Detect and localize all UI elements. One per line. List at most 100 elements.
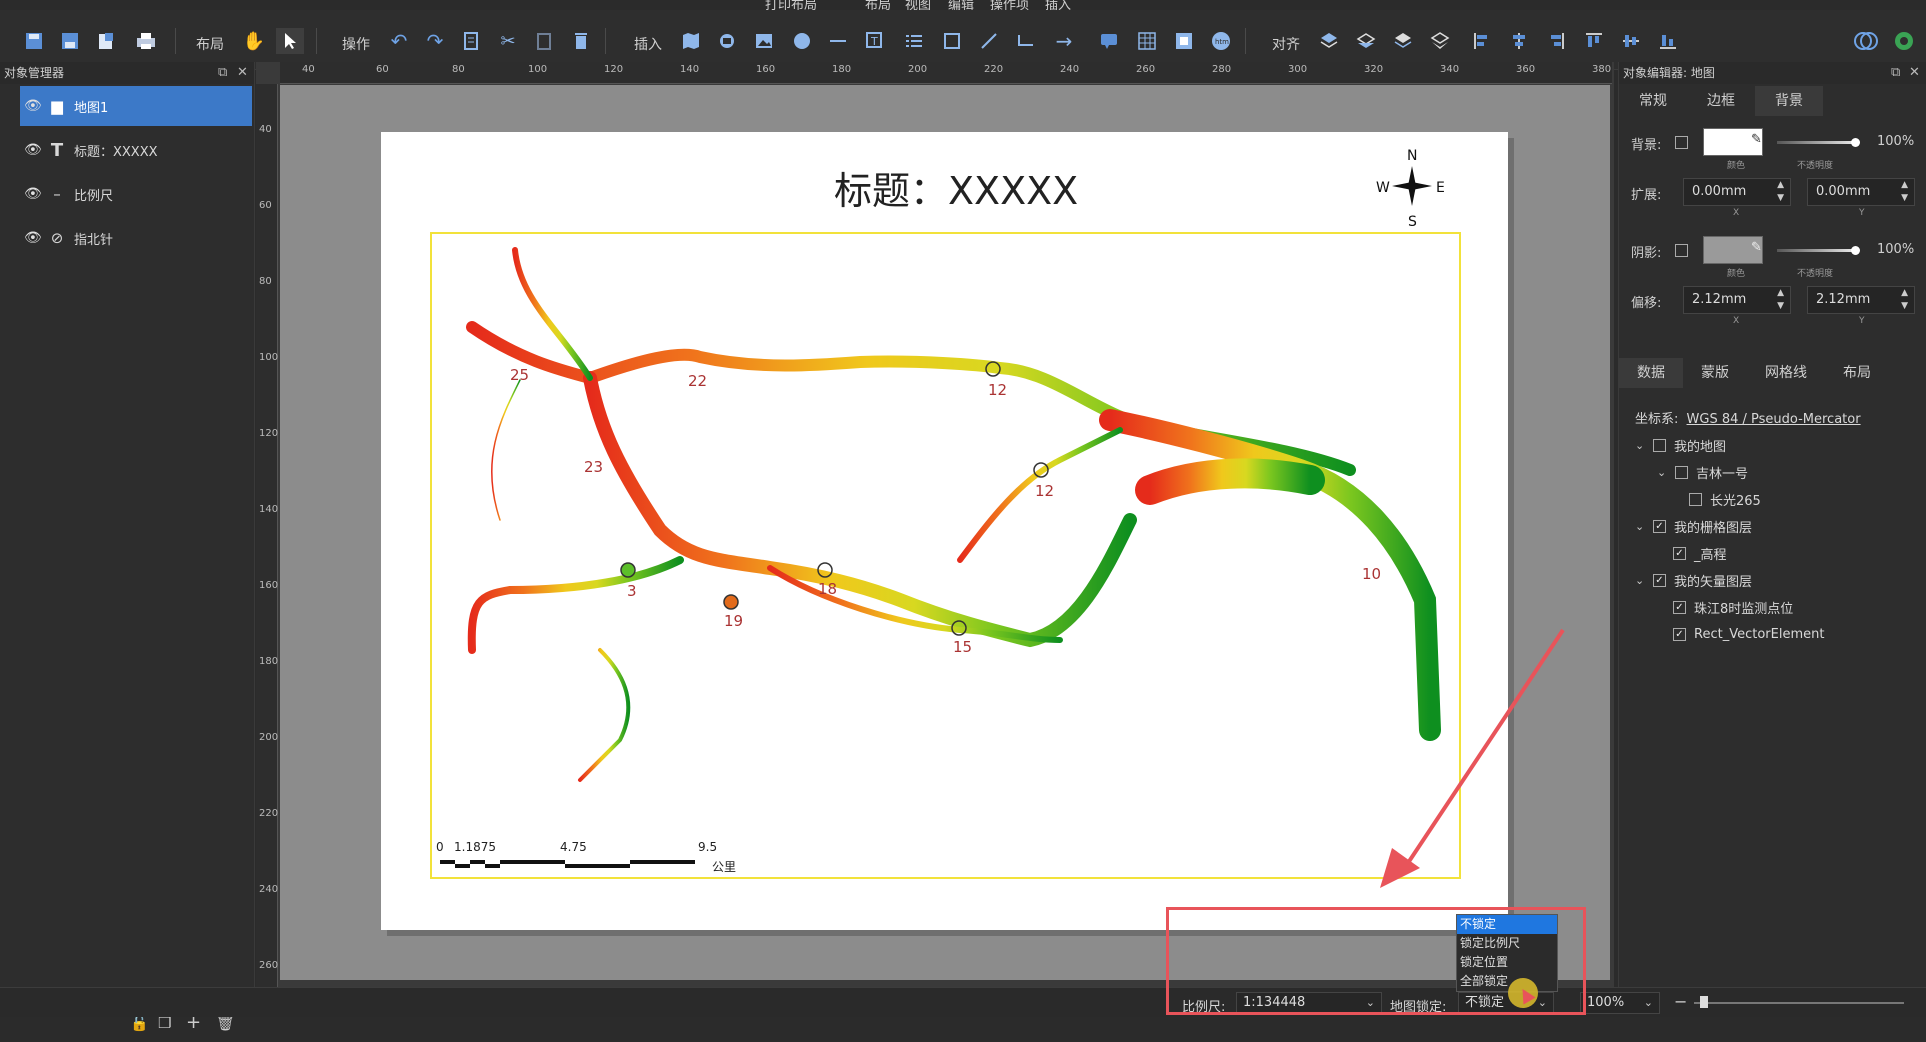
zoom-out-icon[interactable]: − [1674, 992, 1687, 1011]
slider-knob[interactable] [1851, 246, 1860, 255]
shadow-label: 阴影: [1631, 246, 1662, 261]
background-opacity-value: 100% [1877, 134, 1915, 149]
color-sublabel: 颜色 [1727, 161, 1746, 171]
expand-chevron-icon[interactable]: ⌄ [1635, 439, 1653, 452]
editor-tabs: 常规 边框 背景 [1619, 86, 1926, 116]
scale-label: 0 [436, 840, 444, 854]
map-point-label: 12 [1035, 482, 1055, 500]
shadow-opacity-value: 100% [1877, 242, 1915, 257]
annotation-arrow [1380, 628, 1565, 888]
expand-x-input[interactable]: 0.00mm ▲ ▼ [1683, 178, 1791, 206]
map-point-label: 10 [1362, 565, 1382, 583]
zoom-combobox-value: 100% [1587, 995, 1625, 1010]
undock-icon[interactable]: ⧉ [1891, 62, 1900, 84]
tab-background[interactable]: 背景 [1755, 86, 1823, 116]
status-bar: 比例尺: 1:134448 ⌄ 地图锁定: 不锁定 ⌄ 100% ⌄ − [0, 987, 1926, 1017]
map-point-label: 25 [510, 366, 530, 384]
opacity-sublabel: 不透明度 [1797, 269, 1834, 279]
layer-checkbox-checked[interactable]: ✓ [1673, 627, 1686, 641]
expand-row: 扩展: 0.00mm ▲ ▼ 0.00mm ▲ ▼ X Y [1627, 174, 1922, 218]
map-point-label: 3 [627, 582, 637, 600]
tab-layout[interactable]: 布局 [1825, 358, 1889, 388]
close-icon[interactable]: ✕ [1909, 62, 1920, 84]
map-point-label: 12 [988, 381, 1008, 399]
expand-chevron-icon[interactable]: ⌄ [1635, 574, 1653, 587]
color-sublabel: 颜色 [1727, 269, 1746, 279]
tab-border[interactable]: 边框 [1687, 86, 1755, 116]
expand-chevron-icon[interactable]: ⌄ [1657, 466, 1675, 479]
expand-y-value: 0.00mm [1816, 184, 1871, 199]
offset-x-input[interactable]: 2.12mm ▲ ▼ [1683, 286, 1791, 314]
crs-row: 坐标系: WGS 84 / Pseudo-Mercator [1635, 408, 1861, 427]
map-point-label: 23 [584, 458, 604, 476]
layer-label: Rect_VectorElement [1694, 626, 1825, 642]
layer-checkbox-checked[interactable]: ✓ [1673, 546, 1686, 560]
expand-label: 扩展: [1631, 188, 1662, 203]
tab-data[interactable]: 数据 [1619, 358, 1683, 388]
spin-arrows-icon[interactable]: ▲ ▼ [1901, 179, 1908, 205]
tab-general[interactable]: 常规 [1619, 86, 1687, 116]
x-sublabel: X [1733, 316, 1740, 326]
main-river [466, 247, 1441, 782]
scale-unit: 公里 [712, 860, 737, 874]
spin-arrows-icon[interactable]: ▲ ▼ [1777, 179, 1784, 205]
layer-checkbox[interactable] [1675, 465, 1688, 479]
background-opacity-slider[interactable] [1777, 141, 1857, 144]
scale-label: 1.1875 [454, 840, 496, 854]
zoom-combobox[interactable]: 100% ⌄ [1580, 992, 1660, 1014]
layer-label: 我的矢量图层 [1674, 574, 1753, 590]
data-tabs: 数据 蒙版 网格线 布局 [1619, 358, 1926, 388]
object-editor-title: 对象编辑器: 地图 [1623, 66, 1715, 80]
map-point-label: 19 [724, 612, 744, 630]
offset-x-value: 2.12mm [1692, 292, 1747, 307]
layer-label: 吉林一号 [1696, 466, 1749, 482]
layer-row-monitor-points[interactable]: ✓ 珠江8时监测点位 [1673, 596, 1793, 618]
spin-arrows-icon[interactable]: ▲ ▼ [1777, 287, 1784, 313]
zoom-slider-handle[interactable] [1700, 996, 1708, 1008]
layer-row-my-map[interactable]: ⌄ 我的地图 [1635, 434, 1726, 456]
opacity-sublabel: 不透明度 [1797, 161, 1834, 171]
eyedropper-icon[interactable]: ✎ [1751, 240, 1762, 255]
x-sublabel: X [1733, 208, 1740, 218]
layer-checkbox[interactable] [1689, 492, 1702, 506]
layer-row-cg265[interactable]: 长光265 [1689, 488, 1761, 510]
zoom-slider[interactable] [1694, 1002, 1904, 1004]
shadow-checkbox[interactable] [1675, 244, 1688, 257]
tab-gridlines[interactable]: 网格线 [1747, 358, 1825, 388]
crs-link[interactable]: WGS 84 / Pseudo-Mercator [1687, 412, 1861, 427]
scale-bar[interactable]: 0 1.1875 4.75 9.5 公里 [436, 840, 756, 880]
layer-checkbox[interactable] [1653, 438, 1666, 452]
background-checkbox[interactable] [1675, 136, 1688, 149]
layer-row-jilin1[interactable]: ⌄ 吉林一号 [1657, 461, 1748, 483]
slider-knob[interactable] [1851, 138, 1860, 147]
expand-y-input[interactable]: 0.00mm ▲ ▼ [1807, 178, 1915, 206]
background-label: 背景: [1631, 138, 1662, 153]
tab-mask[interactable]: 蒙版 [1683, 358, 1747, 388]
layer-checkbox-checked[interactable]: ✓ [1653, 519, 1666, 533]
layer-label: 我的地图 [1674, 439, 1727, 455]
layer-checkbox-checked[interactable]: ✓ [1653, 573, 1666, 587]
offset-y-input[interactable]: 2.12mm ▲ ▼ [1807, 286, 1915, 314]
y-sublabel: Y [1859, 208, 1865, 218]
object-editor-panel: 对象编辑器: 地图 ⧉ ✕ 常规 边框 背景 背景: ✎ 颜色 100% 不透明… [1618, 62, 1926, 987]
layer-label: 长光265 [1710, 493, 1761, 509]
offset-row: 偏移: 2.12mm ▲ ▼ 2.12mm ▲ ▼ X Y [1627, 282, 1922, 326]
layer-row-raster[interactable]: ⌄ ✓ 我的栅格图层 [1635, 515, 1752, 537]
scale-label: 9.5 [698, 840, 718, 854]
y-sublabel: Y [1859, 316, 1865, 326]
offset-label: 偏移: [1631, 296, 1662, 311]
shadow-opacity-slider[interactable] [1777, 249, 1857, 252]
offset-y-value: 2.12mm [1816, 292, 1871, 307]
layer-checkbox-checked[interactable]: ✓ [1673, 600, 1686, 614]
layer-row-rect-element[interactable]: ✓ Rect_VectorElement [1673, 623, 1824, 645]
spin-arrows-icon[interactable]: ▲ ▼ [1901, 287, 1908, 313]
eyedropper-icon[interactable]: ✎ [1751, 132, 1762, 147]
crs-label: 坐标系: [1635, 412, 1679, 427]
chevron-down-icon[interactable]: ⌄ [1644, 993, 1653, 1013]
layer-row-vector[interactable]: ⌄ ✓ 我的矢量图层 [1635, 569, 1752, 591]
expand-x-value: 0.00mm [1692, 184, 1747, 199]
layer-label: _高程 [1694, 547, 1727, 563]
layer-row-elevation[interactable]: ✓ _高程 [1673, 542, 1727, 564]
expand-chevron-icon[interactable]: ⌄ [1635, 520, 1653, 533]
background-row: 背景: ✎ 颜色 100% 不透明度 [1627, 124, 1922, 171]
